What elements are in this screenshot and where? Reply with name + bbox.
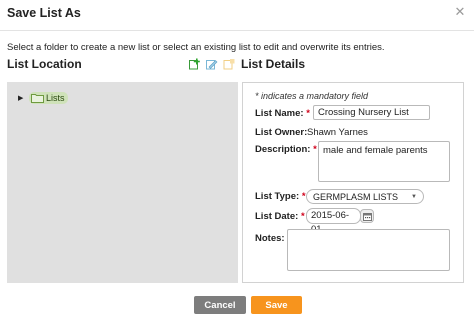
list-type-label: List Type: *	[255, 191, 306, 202]
list-type-select[interactable]: GERMPLASM LISTS ▼	[306, 189, 424, 204]
list-details-heading: List Details	[241, 57, 306, 71]
delete-folder-icon[interactable]	[222, 58, 235, 71]
folder-tree-panel: ▶ Lists	[7, 82, 238, 283]
notes-label: Notes:	[255, 233, 285, 244]
close-x-icon[interactable]: ✕	[454, 5, 466, 18]
tree-node-label: Lists	[46, 93, 65, 103]
folder-icon	[31, 94, 44, 103]
list-location-heading: List Location	[7, 57, 82, 71]
expand-arrow-icon[interactable]: ▶	[18, 94, 27, 103]
description-textarea[interactable]: male and female parents	[318, 141, 450, 182]
list-owner-label: List Owner:	[255, 127, 308, 138]
list-name-input[interactable]: Crossing Nursery List	[313, 105, 430, 120]
dialog-title: Save List As	[7, 6, 81, 20]
calendar-icon	[362, 212, 372, 221]
required-marker: *	[313, 144, 317, 155]
save-button[interactable]: Save	[251, 296, 302, 314]
tree-row: ▶ Lists	[18, 92, 68, 104]
description-label: Description: *	[255, 144, 317, 155]
list-details-panel: * indicates a mandatory field List Name:…	[242, 82, 464, 283]
tree-node-lists[interactable]: Lists	[29, 92, 68, 104]
calendar-button[interactable]	[360, 209, 374, 223]
list-type-value: GERMPLASM LISTS	[313, 191, 399, 202]
rename-folder-icon[interactable]	[205, 58, 218, 71]
list-name-label-text: List Name:	[255, 108, 304, 119]
list-date-input[interactable]: 2015-06-01	[306, 208, 361, 235]
list-owner-value: Shawn Yarnes	[307, 127, 368, 138]
list-type-label-text: List Type:	[255, 191, 300, 202]
add-folder-icon[interactable]	[188, 58, 201, 71]
title-divider	[0, 30, 474, 31]
list-date-label: List Date: *	[255, 211, 305, 222]
description-label-text: Description:	[255, 144, 311, 155]
instructions-text: Select a folder to create a new list or …	[7, 42, 385, 53]
required-marker: *	[306, 108, 310, 119]
required-marker: *	[301, 191, 306, 202]
save-list-dialog: Save List As ✕ Select a folder to create…	[0, 0, 474, 324]
notes-textarea[interactable]	[287, 229, 450, 271]
dropdown-arrow-icon: ▼	[411, 194, 417, 200]
list-date-label-text: List Date:	[255, 211, 299, 222]
list-name-label: List Name: *	[255, 108, 310, 119]
mandatory-note: * indicates a mandatory field	[255, 91, 369, 101]
required-marker: *	[300, 211, 305, 222]
cancel-button[interactable]: Cancel	[194, 296, 246, 314]
